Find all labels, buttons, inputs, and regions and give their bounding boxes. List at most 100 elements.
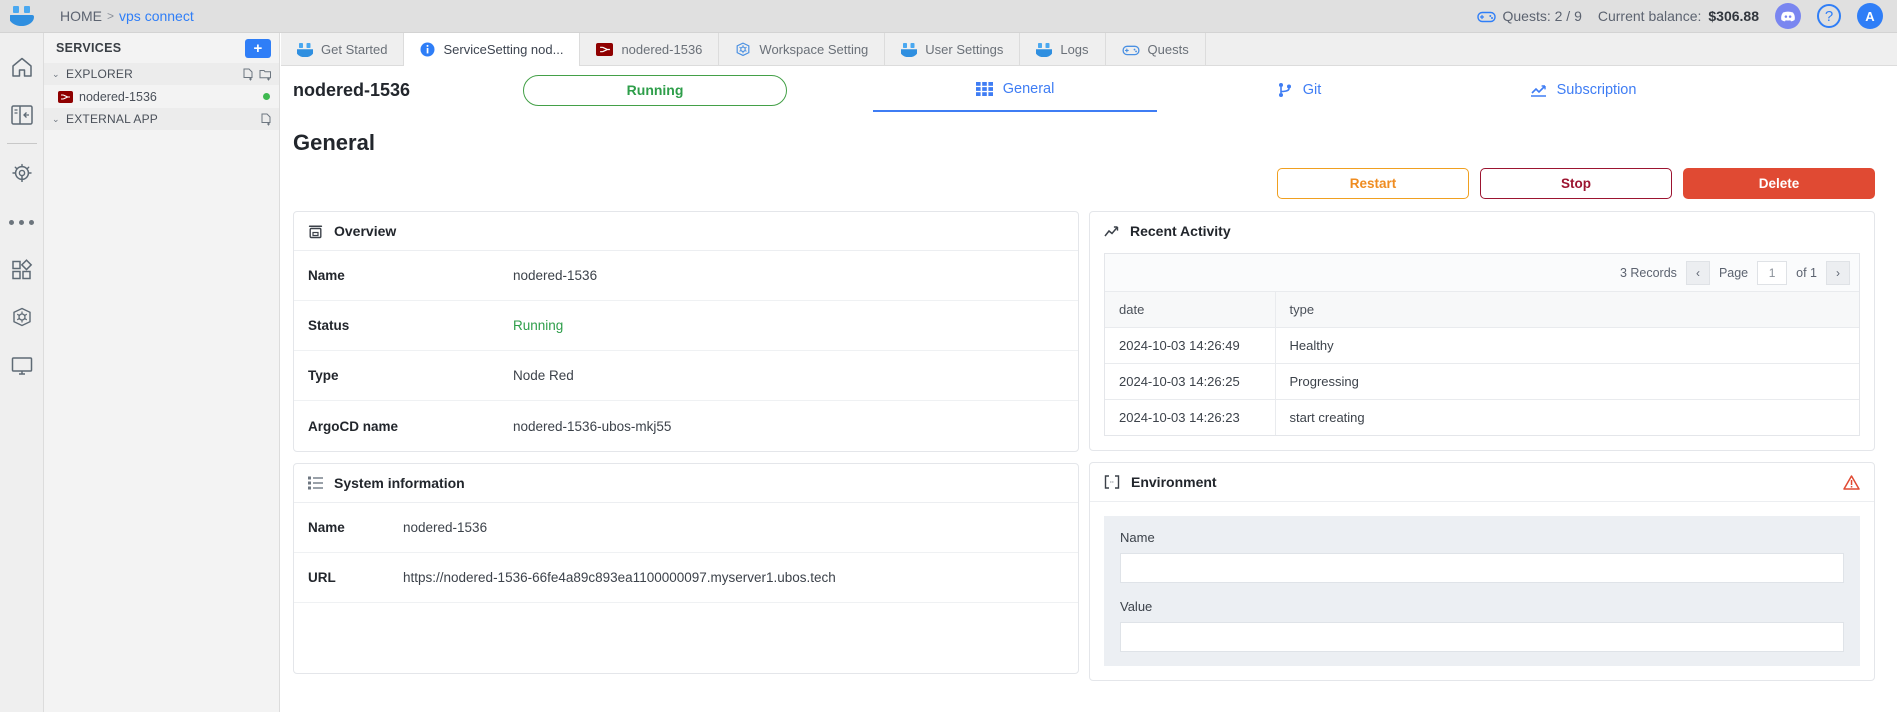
row-key: Name — [308, 520, 345, 535]
more-dots-icon[interactable] — [0, 198, 44, 246]
home-icon[interactable] — [0, 43, 44, 91]
environment-name-label: Name — [1120, 530, 1155, 545]
table-row[interactable]: 2024-10-03 14:26:49 Healthy — [1105, 327, 1859, 364]
prev-page-button[interactable]: ‹ — [1685, 260, 1710, 285]
table-row[interactable]: 2024-10-03 14:26:25 Progressing — [1105, 363, 1859, 400]
service-nav-tabs: General Git Subscription — [873, 68, 1725, 112]
chevron-down-icon: ⌄ — [52, 68, 60, 79]
tab-quests[interactable]: Quests — [1106, 33, 1206, 66]
nav-tab-git[interactable]: Git — [1157, 68, 1441, 112]
environment-value-label: Value — [1120, 599, 1153, 614]
row-key: Type — [308, 368, 339, 383]
recent-activity-table-wrapper: 3 Records ‹ Page 1 of 1 › date type 2024… — [1104, 253, 1860, 436]
environment-card-body: Name Value — [1090, 502, 1874, 680]
environment-name-input[interactable] — [1120, 553, 1844, 583]
trend-up-icon — [1104, 225, 1119, 236]
cell-type: Healthy — [1275, 327, 1859, 364]
panel-layout-icon[interactable] — [0, 91, 44, 139]
table-row[interactable]: 2024-10-03 14:26:23 start creating — [1105, 399, 1859, 435]
nav-tab-label: Git — [1302, 82, 1322, 98]
breadcrumb-separator: > — [107, 9, 115, 23]
new-folder-icon[interactable] — [259, 68, 273, 81]
settings-gear-icon[interactable] — [0, 150, 44, 198]
row-value: nodered-1536 — [513, 268, 598, 283]
environment-fields: Name Value — [1104, 516, 1860, 666]
tab-logs[interactable]: Logs — [1020, 33, 1106, 66]
user-avatar[interactable]: A — [1857, 3, 1883, 29]
delete-button[interactable]: Delete — [1683, 168, 1875, 199]
tab-label: nodered-1536 — [621, 42, 703, 57]
box-icon — [308, 224, 323, 238]
tab-nodered-1536[interactable]: nodered-1536 — [580, 33, 720, 66]
column-header-date[interactable]: date — [1105, 291, 1276, 328]
brackets-icon — [1104, 475, 1120, 489]
records-count: 3 Records — [1619, 265, 1677, 280]
kubernetes-icon[interactable] — [0, 294, 44, 342]
nav-tab-label: Subscription — [1556, 82, 1637, 98]
add-service-button[interactable]: + — [245, 38, 271, 58]
nav-tab-subscription[interactable]: Subscription — [1441, 68, 1725, 112]
page-label: Page — [1718, 265, 1749, 280]
overview-row-argocd-name: ArgoCD name nodered-1536-ubos-mkj55 — [294, 401, 1078, 451]
tab-service-setting[interactable]: ServiceSetting nod... — [404, 33, 581, 66]
sidebar-section-explorer-label: EXPLORER — [66, 67, 133, 81]
help-icon[interactable]: ? — [1817, 4, 1841, 28]
restart-button[interactable]: Restart — [1277, 168, 1469, 199]
tab-label: Get Started — [321, 42, 388, 57]
tab-user-settings[interactable]: User Settings — [885, 33, 1021, 66]
cell-date: 2024-10-03 14:26:49 — [1105, 327, 1276, 364]
sidebar-section-external-app[interactable]: ⌄ EXTERNAL APP — [44, 108, 279, 130]
row-key: URL — [308, 570, 336, 585]
nodered-icon — [58, 90, 73, 103]
system-information-card: System information Name nodered-1536 URL… — [293, 463, 1079, 674]
system-information-card-header: System information — [294, 464, 1078, 503]
services-title: SERVICES — [56, 41, 122, 55]
nav-tab-label: General — [1002, 81, 1055, 97]
quests-indicator[interactable]: Quests: 2 / 9 — [1476, 8, 1582, 24]
system-info-row-url: URL https://nodered-1536-66fe4a89c893ea1… — [294, 553, 1078, 603]
info-icon — [420, 42, 435, 57]
sidebar-item-label: nodered-1536 — [79, 89, 157, 104]
recent-activity-table: date type 2024-10-03 14:26:49 Healthy 20… — [1105, 291, 1859, 435]
next-page-button[interactable]: › — [1826, 260, 1850, 285]
page-number-input[interactable]: 1 — [1757, 260, 1788, 285]
sidebar-item-nodered-1536[interactable]: nodered-1536 — [44, 85, 279, 108]
monitor-icon[interactable] — [0, 342, 44, 390]
nav-tab-general[interactable]: General — [873, 68, 1158, 112]
environment-card-header: Environment — [1090, 463, 1874, 502]
warning-icon[interactable] — [1843, 474, 1860, 490]
nodered-icon — [596, 43, 614, 56]
explorer-row-actions — [242, 68, 273, 81]
tab-label: User Settings — [925, 42, 1004, 57]
sidebar-section-external-app-label: EXTERNAL APP — [66, 112, 158, 126]
overview-row-status: Status Running — [294, 301, 1078, 351]
breadcrumb-current[interactable]: vps connect — [119, 8, 194, 24]
breadcrumb-home[interactable]: HOME — [60, 8, 102, 24]
row-value: Node Red — [513, 368, 574, 383]
row-value: https://nodered-1536-66fe4a89c893ea11000… — [403, 570, 836, 585]
balance-label: Current balance: — [1597, 8, 1702, 24]
column-header-type[interactable]: type — [1275, 291, 1859, 328]
new-file-icon[interactable] — [242, 68, 255, 81]
status-badge[interactable]: Running — [523, 74, 788, 106]
smiley-icon — [1036, 42, 1053, 57]
environment-field-gap — [1120, 583, 1844, 599]
activity-rail — [0, 33, 44, 712]
top-bar: HOME > vps connect Quests: 2 / 9 Current… — [0, 0, 1897, 33]
main-content: nodered-1536 Running General Git Subscri… — [281, 66, 1897, 712]
gamepad-icon — [1476, 11, 1496, 22]
stop-button[interactable]: Stop — [1480, 168, 1672, 199]
editor-tab-bar: Get Started ServiceSetting nod... nodere… — [281, 33, 1897, 66]
environment-value-input[interactable] — [1120, 622, 1844, 652]
tab-workspace-setting[interactable]: Workspace Setting — [719, 33, 886, 66]
tab-label: Workspace Setting — [759, 42, 869, 57]
kubernetes-icon — [737, 41, 750, 56]
page-total-label: of 1 — [1796, 265, 1817, 280]
sidebar-section-explorer[interactable]: ⌄ EXPLORER — [44, 63, 279, 85]
tab-get-started[interactable]: Get Started — [281, 33, 405, 66]
discord-icon[interactable] — [1775, 3, 1801, 29]
new-file-icon[interactable] — [260, 113, 273, 126]
apps-grid-icon[interactable] — [0, 246, 44, 294]
app-logo[interactable] — [0, 0, 44, 33]
row-key: Name — [308, 268, 345, 283]
